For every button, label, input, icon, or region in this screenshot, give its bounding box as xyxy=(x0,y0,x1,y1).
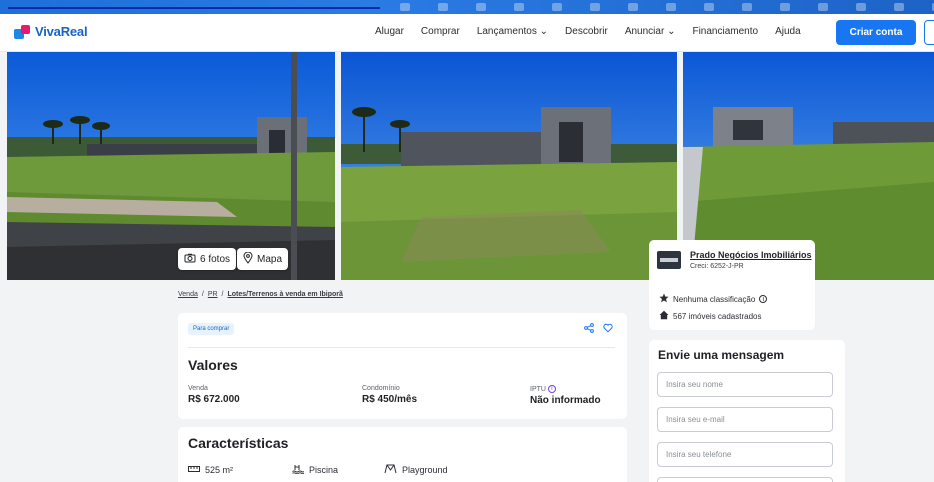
iptu-label: IPTU xyxy=(530,385,546,393)
breadcrumb: Venda / PR / Lotes/Terrenos à venda em I… xyxy=(178,291,343,298)
sale-value: R$ 672.000 xyxy=(188,394,240,405)
listing-type-badge: Para comprar xyxy=(188,323,235,335)
map-label: Mapa xyxy=(257,253,283,265)
menu-lancamentos[interactable]: Lançamentos ⌄ xyxy=(477,26,548,37)
photos-button[interactable]: 6 fotos xyxy=(178,248,237,270)
link-underline[interactable] xyxy=(8,7,380,9)
condo-fee: Condomínio R$ 450/mês xyxy=(362,385,417,405)
chevron-down-icon: ⌄ xyxy=(539,26,549,37)
agency-logo[interactable] xyxy=(657,251,681,269)
main-menu: Alugar Comprar Lançamentos ⌄ Descobrir A… xyxy=(375,26,801,37)
map-pin-icon xyxy=(243,251,253,267)
logo-text: VivaReal xyxy=(35,24,88,39)
iptu-label-row: IPTU i xyxy=(530,385,601,393)
phone-input[interactable]: Insira seu telefone xyxy=(657,442,833,467)
playground-label: Playground xyxy=(402,465,448,475)
sale-label: Venda xyxy=(188,385,208,392)
breadcrumb-separator: / xyxy=(221,291,224,298)
pool-label: Piscina xyxy=(309,465,339,475)
info-icon[interactable]: i xyxy=(547,385,556,393)
breadcrumb-state[interactable]: PR xyxy=(208,291,218,298)
logo-icon xyxy=(14,24,30,39)
home-icon xyxy=(659,310,669,322)
divider xyxy=(188,347,615,348)
menu-ajuda[interactable]: Ajuda xyxy=(775,26,801,37)
features-list: 525 m² Piscina Playground xyxy=(188,464,448,476)
vivareal-logo[interactable]: VivaReal xyxy=(14,24,88,39)
message-textarea[interactable] xyxy=(657,477,833,482)
area-value: 525 m² xyxy=(205,465,234,475)
info-icon[interactable]: i xyxy=(759,295,768,303)
sale-price: Venda R$ 672.000 xyxy=(188,385,240,405)
email-input[interactable]: Insira seu e-mail xyxy=(657,407,833,432)
menu-descobrir[interactable]: Descobrir xyxy=(565,26,608,37)
condo-value: R$ 450/mês xyxy=(362,394,418,405)
listings-count[interactable]: 567 imóveis cadastrados xyxy=(673,312,762,321)
map-button[interactable]: Mapa xyxy=(237,248,289,270)
photos-count: 6 fotos xyxy=(200,253,231,265)
breadcrumb-separator: / xyxy=(201,291,204,298)
property-photo-2[interactable] xyxy=(341,52,677,280)
message-title: Envie uma mensagem xyxy=(658,348,785,362)
breadcrumb-current[interactable]: Lotes/Terrenos à venda em Ibiporã xyxy=(228,291,343,298)
agency-rating: Nenhuma classificação i xyxy=(659,293,768,305)
agency-creci: Creci: 6252-J-PR xyxy=(690,263,744,270)
agency-name[interactable]: Prado Negócios Imobiliários xyxy=(690,250,812,260)
menu-anunciar[interactable]: Anunciar ⌄ xyxy=(625,26,676,37)
message-card: Envie uma mensagem Insira seu nome Insir… xyxy=(649,340,845,482)
breadcrumb-venda[interactable]: Venda xyxy=(178,291,198,298)
feature-playground: Playground xyxy=(384,464,448,476)
feature-pool: Piscina xyxy=(292,464,384,476)
values-card: Para comprar Valores Venda R$ 672.000 Co… xyxy=(178,313,627,419)
chevron-down-icon: ⌄ xyxy=(667,26,676,37)
bookmark-icons xyxy=(400,3,934,11)
condo-label: Condomínio xyxy=(362,385,400,392)
feature-area: 525 m² xyxy=(188,464,292,476)
features-title: Características xyxy=(188,435,289,451)
iptu-value: Não informado xyxy=(530,395,601,406)
agency-card: Prado Negócios Imobiliários Creci: 6252-… xyxy=(649,240,815,330)
menu-financiamento[interactable]: Financiamento xyxy=(692,26,758,37)
name-input[interactable]: Insira seu nome xyxy=(657,372,833,397)
ruler-icon xyxy=(188,465,200,475)
heart-icon[interactable] xyxy=(603,323,613,335)
listing-actions xyxy=(584,323,613,335)
menu-comprar[interactable]: Comprar xyxy=(421,26,460,37)
features-card: Características 525 m² Piscina Playgroun… xyxy=(178,427,627,482)
property-photo-1[interactable] xyxy=(7,52,335,280)
share-icon[interactable] xyxy=(584,323,594,335)
site-header: VivaReal Alugar Comprar Lançamentos ⌄ De… xyxy=(0,14,934,52)
rating-text: Nenhuma classificação xyxy=(673,294,756,304)
values-title: Valores xyxy=(188,357,238,373)
star-icon xyxy=(659,293,669,305)
login-button[interactable] xyxy=(924,20,934,45)
pool-icon xyxy=(292,464,305,476)
create-account-button[interactable]: Criar conta xyxy=(836,20,916,45)
menu-alugar[interactable]: Alugar xyxy=(375,26,404,37)
agency-listings: 567 imóveis cadastrados xyxy=(659,310,762,322)
iptu: IPTU i Não informado xyxy=(530,385,601,406)
playground-icon xyxy=(384,464,397,476)
browser-bookmarks-strip xyxy=(0,0,934,14)
camera-icon xyxy=(184,253,196,266)
